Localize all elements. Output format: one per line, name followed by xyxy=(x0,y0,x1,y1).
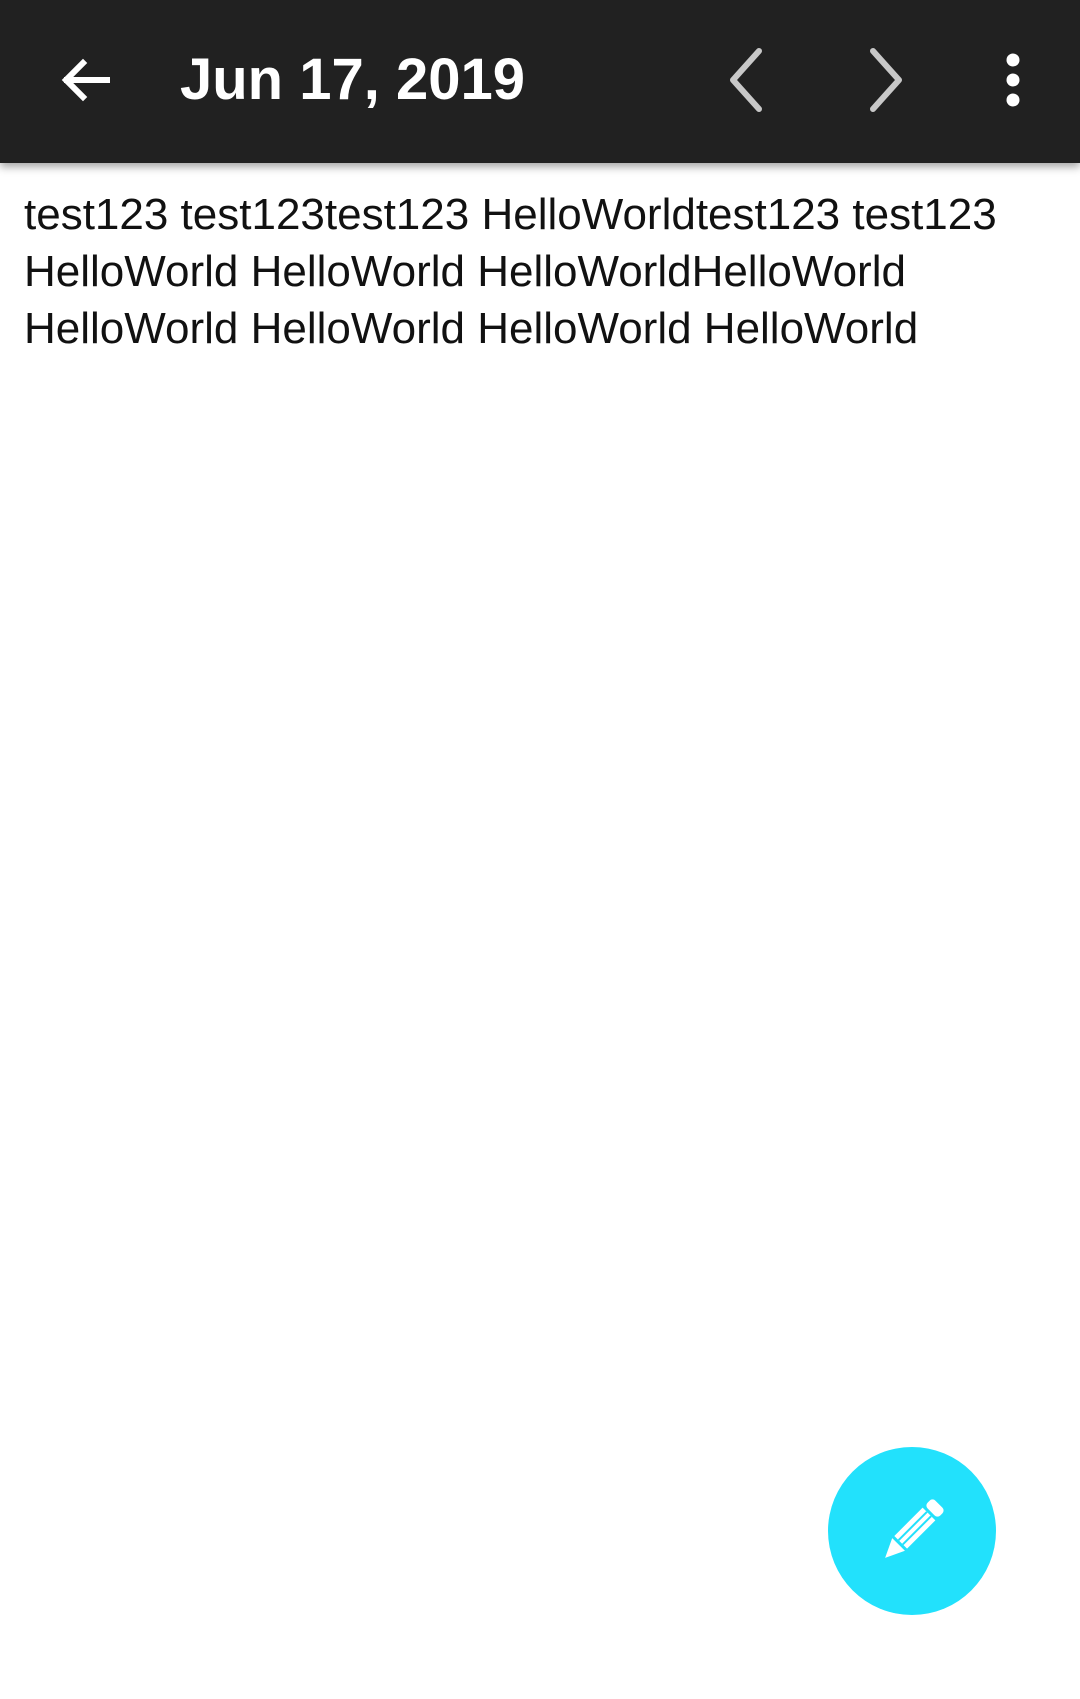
top-app-bar: Jun 17, 2019 xyxy=(0,0,1080,163)
back-button[interactable] xyxy=(40,30,130,130)
diary-entry-text: test123 test123test123 HelloWorldtest123… xyxy=(24,190,997,353)
previous-day-button[interactable] xyxy=(700,30,790,130)
next-day-button[interactable] xyxy=(842,30,932,130)
overflow-menu-button[interactable] xyxy=(975,30,1050,130)
arrow-back-icon xyxy=(61,58,110,102)
chevron-left-icon xyxy=(730,48,762,112)
page-title: Jun 17, 2019 xyxy=(180,47,525,112)
edit-entry-button[interactable] xyxy=(828,1447,996,1615)
pencil-icon xyxy=(885,1499,944,1558)
chevron-right-icon xyxy=(870,48,902,112)
more-vertical-icon xyxy=(1006,53,1019,107)
